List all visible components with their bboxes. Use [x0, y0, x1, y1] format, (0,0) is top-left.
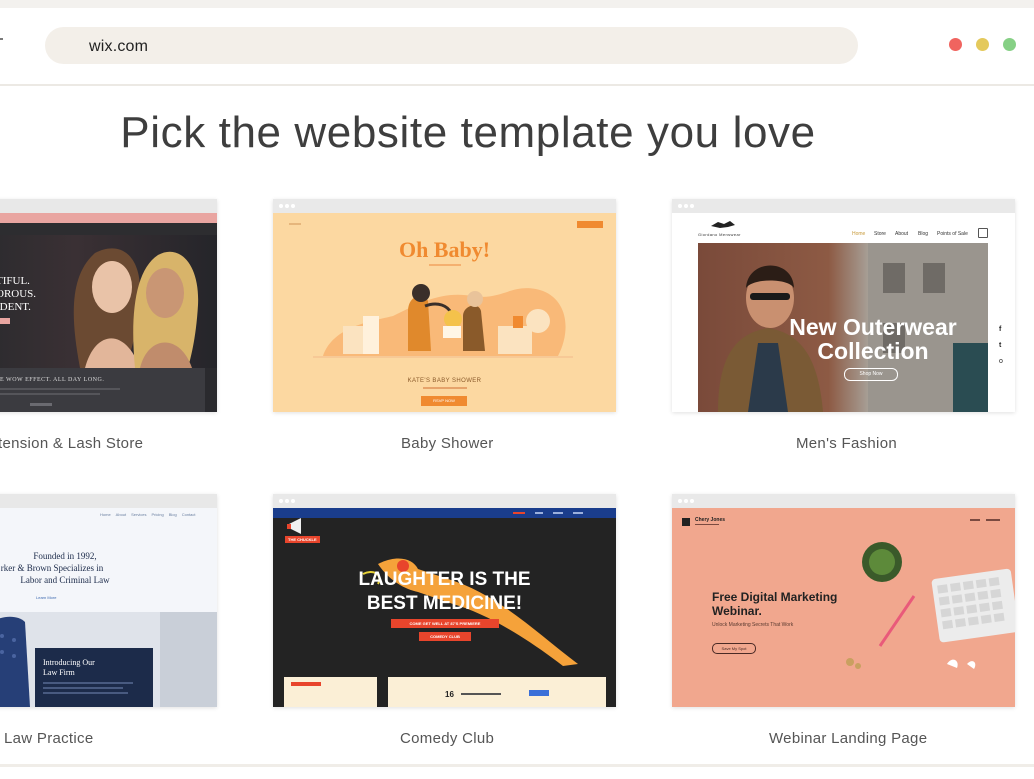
- nav-pricing[interactable]: Pricing: [151, 512, 163, 517]
- baby-title: Oh Baby!: [398, 237, 491, 262]
- tagline: E WOW EFFECT. ALL DAY LONG.: [0, 377, 105, 383]
- nav-contact[interactable]: Contact: [182, 512, 196, 517]
- hero-button[interactable]: [0, 318, 10, 324]
- ticket-button[interactable]: [529, 690, 549, 696]
- nav-about[interactable]: About: [116, 512, 126, 517]
- cart-icon[interactable]: [978, 228, 988, 238]
- hero-line-3: IDENT.: [0, 301, 31, 313]
- close-window-icon[interactable]: [949, 38, 962, 51]
- save-my-spot-label: Save My Spot: [721, 646, 747, 651]
- webinar-brand: Chery Jones: [695, 517, 726, 523]
- template-card-comedy-club[interactable]: THE CHUCKLE LAUGHTER IS THE BEST MEDICIN…: [273, 494, 616, 707]
- template-card-lash-store[interactable]: TIFUL. OROUS. IDENT. E WOW EFFECT. ALL D…: [0, 199, 217, 412]
- template-card-baby-shower[interactable]: Oh Baby! KATE'S BABY SHOWER RSVP NOW: [273, 199, 616, 412]
- template-label-mens-fashion[interactable]: Men's Fashion: [796, 435, 897, 452]
- address-bar[interactable]: wix.com: [45, 27, 858, 64]
- browser-window: wix.com Pick the website template you lo…: [0, 8, 1034, 779]
- minimize-window-icon[interactable]: [976, 38, 989, 51]
- rsvp-button-label: RSVP NOW: [433, 398, 455, 403]
- megaphone-icon: [287, 518, 301, 534]
- template-preview-baby-shower[interactable]: Oh Baby! KATE'S BABY SHOWER RSVP NOW: [273, 199, 616, 412]
- nav-store[interactable]: Store: [874, 231, 886, 237]
- shop-now-label: Shop Now: [859, 371, 883, 377]
- template-preview-mens-fashion[interactable]: Giordano Menswear Home Store About Blog …: [672, 199, 1015, 412]
- webinar-title-2: Webinar.: [712, 604, 762, 618]
- nav-home[interactable]: Home: [100, 512, 111, 517]
- baby-shower-illustration: [313, 284, 573, 358]
- template-card-law-practice[interactable]: Home About Services Pricing Blog Contact Foun…: [0, 494, 217, 707]
- template-preview-webinar[interactable]: Chery Jones Free Digital Marketing Webin…: [672, 494, 1015, 707]
- twitter-icon[interactable]: t: [999, 342, 1001, 349]
- law-hero-line-2: rker & Brown Specializes in: [0, 563, 104, 573]
- facebook-icon[interactable]: f: [999, 326, 1001, 333]
- nav-home[interactable]: Home: [852, 231, 865, 237]
- hero-line-2: OROUS.: [0, 288, 37, 300]
- template-preview-comedy-club[interactable]: THE CHUCKLE LAUGHTER IS THE BEST MEDICIN…: [273, 494, 616, 707]
- comedy-headline-2: BEST MEDICINE!: [366, 593, 523, 614]
- panel-title-1: Introducing Our: [43, 658, 95, 667]
- panel-title-2: Law Firm: [43, 668, 75, 677]
- comedy-banner-text: COME GET WELL AT 87'S PREMIERE: [409, 621, 481, 626]
- models-photo: [73, 248, 199, 368]
- shop-now-button[interactable]: Shop Now: [844, 368, 898, 381]
- nav-blog[interactable]: Blog: [169, 512, 177, 517]
- template-preview-law-practice[interactable]: Home About Services Pricing Blog Contact Foun…: [0, 494, 217, 707]
- webinar-subtitle: Unlock Marketing Secrets That Work: [712, 622, 794, 628]
- template-label-lash-store[interactable]: tension & Lash Store: [0, 435, 143, 452]
- maximize-window-icon[interactable]: [1003, 38, 1016, 51]
- hero-title-line-2: Collection: [817, 338, 929, 364]
- template-label-webinar[interactable]: Webinar Landing Page: [769, 730, 927, 747]
- url-text: wix.com: [89, 38, 149, 55]
- baby-event-name: KATE'S BABY SHOWER: [407, 378, 482, 384]
- event-date: 16: [445, 690, 454, 699]
- hero-photo: New Outerwear Collection Shop Now: [698, 243, 988, 412]
- law-hero-line-1: Founded in 1992,: [33, 551, 97, 561]
- nav-about[interactable]: About: [895, 231, 908, 237]
- template-preview-lash-store[interactable]: TIFUL. OROUS. IDENT. E WOW EFFECT. ALL D…: [0, 199, 217, 412]
- comedy-banner: COME GET WELL AT 87'S PREMIERE: [391, 619, 499, 628]
- page-headline: Pick the website template you love: [120, 108, 816, 157]
- comedy-club-button[interactable]: COMEDY CLUB: [419, 632, 471, 641]
- back-arrow-icon[interactable]: [0, 38, 3, 40]
- template-card-webinar[interactable]: Chery Jones Free Digital Marketing Webin…: [672, 494, 1015, 707]
- brand-fox-icon: [711, 221, 735, 228]
- comedy-club-button-label: COMEDY CLUB: [430, 634, 460, 639]
- hero-line-1: TIFUL.: [0, 275, 30, 287]
- desk-flatlay-photo: [846, 542, 1015, 669]
- browser-toolbar: wix.com: [0, 8, 1034, 86]
- bottom-divider: [0, 764, 1034, 767]
- law-hero-line-3: Labor and Criminal Law: [20, 575, 110, 585]
- nav-services[interactable]: Services: [131, 512, 146, 517]
- webinar-title-1: Free Digital Marketing: [712, 590, 838, 604]
- comedy-badge: THE CHUCKLE: [285, 536, 320, 543]
- brand-name: Giordano Menswear: [698, 232, 741, 237]
- template-label-baby-shower[interactable]: Baby Shower: [401, 435, 494, 452]
- hero-title-line-1: New Outerwear: [789, 314, 957, 340]
- nav-blog[interactable]: Blog: [918, 231, 928, 237]
- template-label-law-practice[interactable]: Law Practice: [4, 730, 93, 747]
- template-card-mens-fashion[interactable]: Giordano Menswear Home Store About Blog …: [672, 199, 1015, 412]
- instagram-icon[interactable]: o: [999, 358, 1003, 365]
- template-label-comedy-club[interactable]: Comedy Club: [400, 730, 494, 747]
- save-my-spot-button[interactable]: Save My Spot: [712, 643, 756, 654]
- comedy-headline-1: LAUGHTER IS THE: [358, 569, 531, 590]
- nav-points-of-sale[interactable]: Points of Sale: [937, 231, 968, 237]
- law-intro-panel: Introducing Our Law Firm: [35, 648, 153, 707]
- learn-more-link[interactable]: Learn More: [36, 595, 56, 600]
- rsvp-button[interactable]: RSVP NOW: [421, 396, 467, 406]
